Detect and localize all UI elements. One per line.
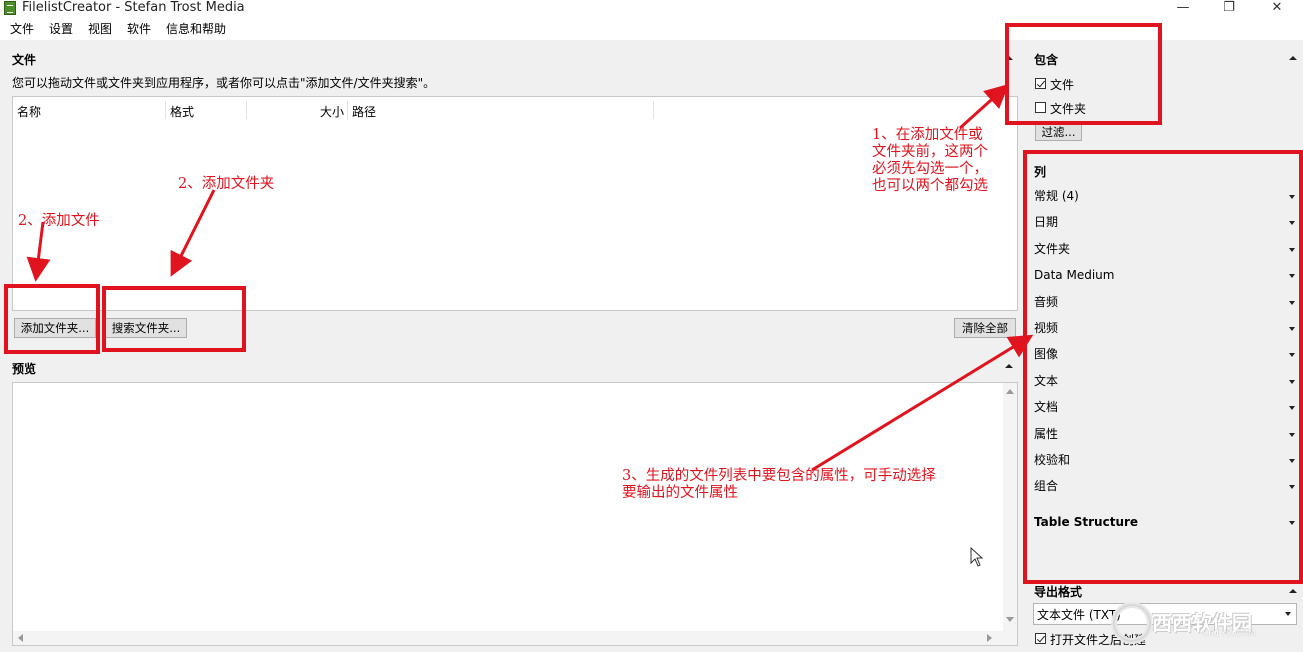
annotation-note-3: 3、生成的文件列表中要包含的属性，可手动选择 要输出的文件属性 [622, 468, 936, 501]
annotation-note-1: 1、在添加文件或 文件夹前，这两个 必须先勾选一个， 也可以两个都勾选 [872, 127, 988, 194]
annotation-note-add-files: 2、添加文件 [18, 213, 100, 229]
annotation-note-add-folder: 2、添加文件夹 [178, 176, 275, 192]
annotation-arrows [26, 83, 1034, 472]
